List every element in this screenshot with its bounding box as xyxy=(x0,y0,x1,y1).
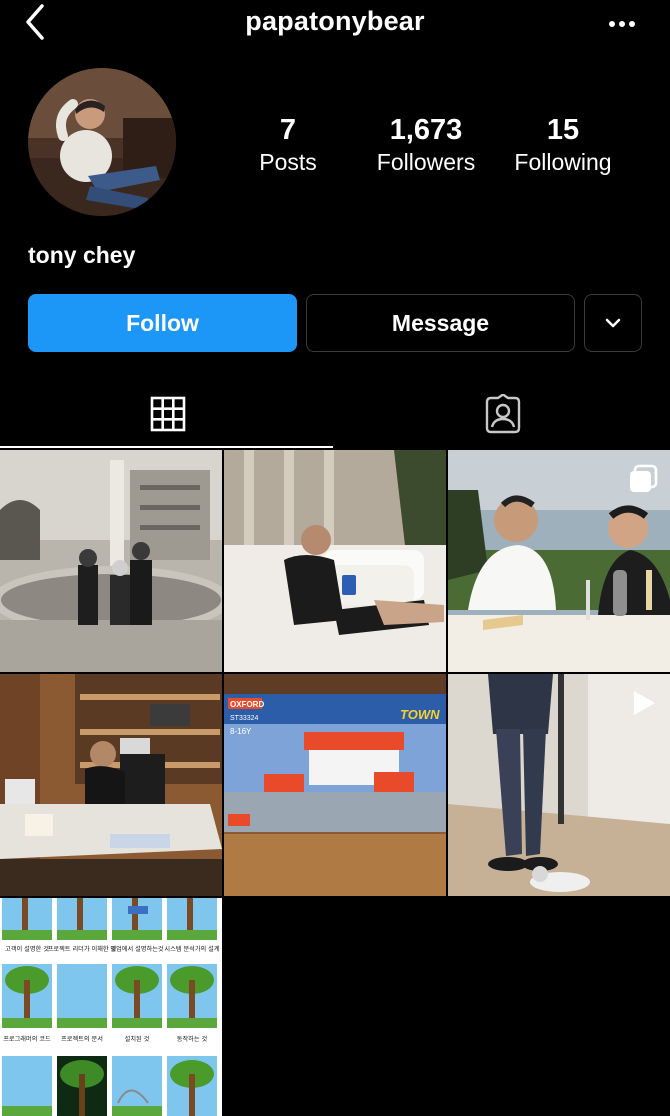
message-button[interactable]: Message xyxy=(306,294,575,352)
more-options-button[interactable] xyxy=(606,10,640,34)
box-code-text: ST33324 xyxy=(230,715,259,722)
reel-icon xyxy=(634,691,655,715)
box-age-text: 8-16Y xyxy=(230,727,252,736)
post-thumbnail-1[interactable] xyxy=(0,450,222,672)
followers-count-value: 1,673 xyxy=(389,114,463,146)
comic-caption-7: 설치된 것 xyxy=(125,1035,150,1043)
post-thumbnail-3[interactable] xyxy=(448,450,670,672)
carousel-icon xyxy=(630,464,658,492)
box-title-text: TOWN xyxy=(400,707,440,722)
posts-count-label: Posts xyxy=(259,149,317,175)
suggested-accounts-button[interactable] xyxy=(584,294,642,352)
post-thumbnail-2[interactable] xyxy=(224,450,446,672)
comic-caption-3: 영업에서 설명하는것 xyxy=(110,945,164,953)
chevron-down-icon xyxy=(605,318,621,328)
ellipsis-icon xyxy=(609,21,635,27)
post-thumbnail-5[interactable]: OXFORD ST33324 8-16Y TOWN xyxy=(224,674,446,896)
post-thumbnail-7[interactable]: 고객이 설명한 것 프로젝트 리더가 이해한 것 영업에서 설명하는것 시스템 … xyxy=(0,898,222,1116)
comic-caption-8: 동작하는 것 xyxy=(177,1035,208,1043)
follow-button[interactable]: Follow xyxy=(28,294,297,352)
followers-count-label: Followers xyxy=(376,149,476,175)
grid-icon xyxy=(150,396,185,432)
profile-username: papatonybear xyxy=(245,6,425,36)
tagged-user-icon xyxy=(485,394,520,434)
post-thumbnail-4[interactable] xyxy=(0,674,222,896)
following-count-label: Following xyxy=(514,149,612,175)
followers-count[interactable]: 1,673 Followers xyxy=(361,112,491,176)
active-tab-indicator xyxy=(0,446,333,448)
comic-caption-6: 프로젝트의 문서 xyxy=(61,1035,103,1043)
posts-count-value: 7 xyxy=(279,114,297,146)
posts-count[interactable]: 7 Posts xyxy=(223,112,353,176)
following-count-value: 15 xyxy=(546,114,580,146)
comic-caption-2: 프로젝트 리더가 이해한 것 xyxy=(48,945,117,953)
post-thumbnail-6[interactable] xyxy=(448,674,670,896)
tab-tagged[interactable] xyxy=(335,380,670,448)
following-count[interactable]: 15 Following xyxy=(498,112,628,176)
box-brand-text: OXFORD xyxy=(230,700,264,709)
comic-caption-1: 고객이 설명한 것 xyxy=(5,945,49,953)
display-name: tony chey xyxy=(28,242,136,268)
tab-posts-grid[interactable] xyxy=(0,380,335,448)
avatar[interactable] xyxy=(28,68,176,216)
comic-caption-4: 시스템 분석가의 설계 xyxy=(164,945,219,953)
comic-caption-5: 프로그래머의 코드 xyxy=(3,1035,51,1043)
